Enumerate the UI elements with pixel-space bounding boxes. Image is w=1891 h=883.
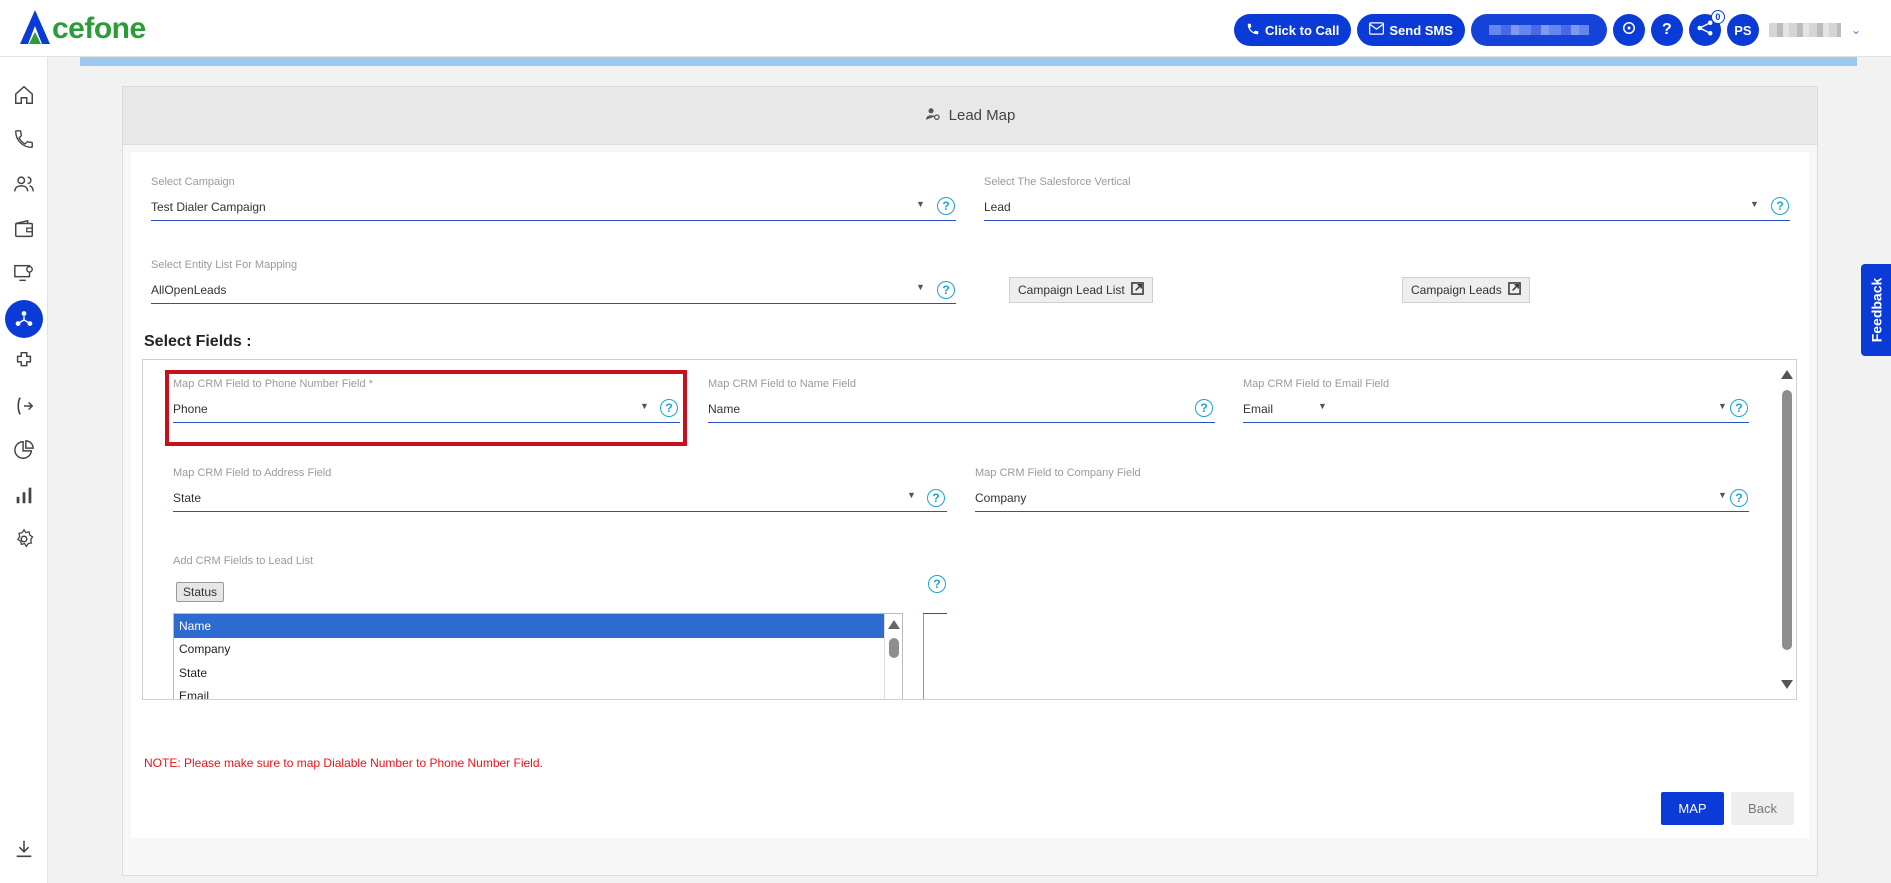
scroll-down-icon[interactable] (1781, 680, 1793, 689)
map-phone-help-icon[interactable]: ? (660, 399, 678, 417)
card-header: Lead Map (123, 87, 1817, 145)
list-item[interactable]: Name (174, 614, 902, 638)
listbox-scrollbar[interactable] (884, 614, 902, 699)
dropdown-arrow-icon: ▼ (916, 199, 925, 209)
monitor-settings-icon[interactable] (8, 257, 40, 289)
home-icon[interactable] (8, 79, 40, 111)
add-fields-label: Add CRM Fields to Lead List (173, 555, 314, 567)
dropdown-arrow-icon: ▼ (640, 401, 649, 411)
campaign-lead-list-label: Campaign Lead List (1018, 283, 1125, 297)
list-item[interactable]: Company (174, 638, 902, 662)
bar-chart-icon[interactable] (8, 479, 40, 511)
campaign-leads-label: Campaign Leads (1411, 283, 1502, 297)
campaign-label: Select Campaign (151, 176, 235, 188)
user-name[interactable] (1768, 23, 1841, 37)
wallet-icon[interactable] (8, 213, 40, 245)
avatar[interactable]: PS (1726, 14, 1759, 46)
mail-icon (1369, 22, 1385, 38)
crm-fields-listbox[interactable]: Name Company State Email (173, 613, 903, 699)
logo-text: cefone (52, 12, 146, 45)
map-address-value: State (173, 491, 202, 505)
feedback-tab[interactable]: Feedback (1861, 264, 1891, 356)
feedback-label: Feedback (1868, 277, 1884, 343)
entity-list-value: AllOpenLeads (151, 283, 227, 297)
network-icon (1696, 19, 1714, 42)
settings-icon[interactable] (8, 523, 40, 555)
user-settings-icon (925, 107, 941, 125)
scroll-thumb[interactable] (1782, 390, 1792, 650)
fields-scrollbar[interactable] (1776, 360, 1796, 699)
entity-list-label: Select Entity List For Mapping (151, 259, 298, 271)
map-company-value: Company (975, 491, 1027, 505)
fields-scroll-box: Map CRM Field to Phone Number Field * Ph… (142, 359, 1797, 700)
top-accent-strip (80, 57, 1857, 66)
sidebar (0, 57, 48, 883)
dialpad-button[interactable] (1612, 14, 1645, 46)
send-sms-label: Send SMS (1389, 22, 1453, 38)
download-icon[interactable] (8, 833, 40, 865)
scroll-up-icon[interactable] (1781, 370, 1793, 379)
back-button[interactable]: Back (1731, 792, 1794, 825)
pie-chart-icon[interactable] (8, 434, 40, 466)
notification-badge: 0 (1710, 10, 1725, 24)
help-icon: ? (1662, 21, 1672, 38)
mapping-note: NOTE: Please make sure to map Dialable N… (144, 756, 543, 770)
click-to-call-label: Click to Call (1264, 22, 1340, 38)
map-address-label: Map CRM Field to Address Field (173, 467, 332, 479)
page-title: Lead Map (948, 107, 1016, 124)
phone-icon (1246, 22, 1260, 39)
add-fields-help-icon[interactable]: ? (928, 575, 946, 593)
map-button[interactable]: MAP (1661, 792, 1724, 825)
top-bar: cefone Click to Call Send SMS ? 0 PS ⌄ (0, 0, 1891, 57)
dropdown-arrow-icon: ▼ (907, 490, 916, 500)
contacts-icon[interactable] (8, 168, 40, 200)
divider (923, 613, 924, 699)
dropdown-arrow-icon: ▼ (1750, 199, 1759, 209)
map-email-value: Email (1243, 402, 1274, 416)
dropdown-arrow-icon: ▼ (1718, 401, 1727, 411)
external-link-icon (1130, 282, 1144, 298)
vertical-label: Select The Salesforce Vertical (984, 176, 1131, 188)
phone-icon[interactable] (8, 123, 40, 155)
map-address-help-icon[interactable]: ? (927, 489, 945, 507)
map-name-value: Name (708, 402, 741, 416)
chevron-down-icon[interactable]: ⌄ (1851, 23, 1861, 37)
dropdown-arrow-icon: ▼ (1718, 490, 1727, 500)
status-chip[interactable]: Status (176, 582, 225, 602)
map-company-help-icon[interactable]: ? (1730, 489, 1748, 507)
crm-integration-icon[interactable] (5, 300, 43, 338)
network-button[interactable]: 0 (1688, 10, 1725, 46)
campaign-leads-button[interactable]: Campaign Leads (1402, 277, 1530, 303)
map-name-label: Map CRM Field to Name Field (708, 378, 856, 390)
divider (923, 613, 947, 614)
campaign-value: Test Dialer Campaign (151, 200, 266, 214)
map-company-label: Map CRM Field to Company Field (975, 467, 1141, 479)
campaign-lead-list-button[interactable]: Campaign Lead List (1009, 277, 1153, 303)
list-item[interactable]: Email (174, 685, 902, 699)
select-fields-heading: Select Fields : (144, 333, 252, 350)
map-email-label: Map CRM Field to Email Field (1243, 378, 1390, 390)
map-name-help-icon[interactable]: ? (1195, 399, 1213, 417)
click-to-call-button[interactable]: Click to Call (1233, 14, 1352, 46)
vertical-help-icon[interactable]: ? (1771, 197, 1789, 215)
plugins-icon[interactable] (8, 345, 40, 377)
logo[interactable]: cefone (18, 6, 146, 46)
headset-icon (1620, 19, 1638, 42)
list-item[interactable]: State (174, 661, 902, 685)
map-phone-value: Phone (173, 402, 208, 416)
help-button[interactable]: ? (1650, 14, 1683, 46)
map-email-help-icon[interactable]: ? (1730, 399, 1748, 417)
entity-list-help-icon[interactable]: ? (937, 281, 955, 299)
dropdown-arrow-icon: ▼ (1318, 401, 1327, 411)
map-phone-label: Map CRM Field to Phone Number Field * (173, 378, 373, 390)
call-forward-icon[interactable] (8, 390, 40, 422)
account-number-pill[interactable] (1470, 14, 1607, 46)
logo-mark-icon (18, 8, 52, 46)
dropdown-arrow-icon: ▼ (916, 282, 925, 292)
vertical-value: Lead (984, 200, 1011, 214)
campaign-help-icon[interactable]: ? (937, 197, 955, 215)
send-sms-button[interactable]: Send SMS (1357, 14, 1465, 46)
external-link-icon (1507, 282, 1521, 298)
